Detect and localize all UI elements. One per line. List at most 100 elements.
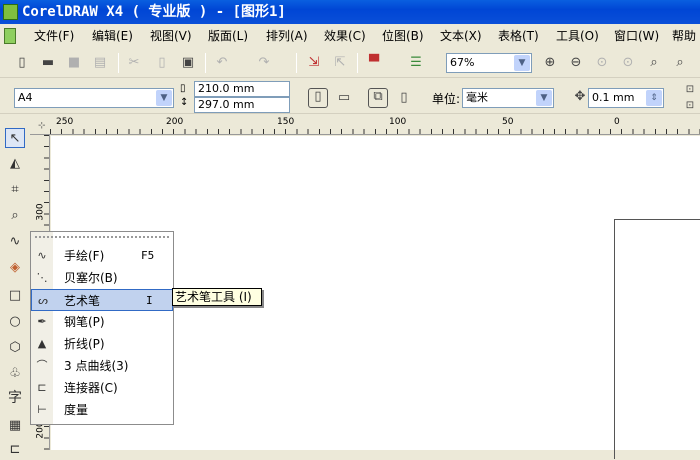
flyout-item-3point-curve[interactable]: ⌒ 3 点曲线(3): [31, 355, 173, 377]
open-icon[interactable]: ▬: [40, 55, 56, 71]
zoom-out-icon[interactable]: ⊖: [568, 55, 584, 71]
redo-icon[interactable]: ↷: [256, 55, 272, 71]
zoom-value: 67%: [450, 56, 475, 69]
flyout-item-connector[interactable]: ⊏ 连接器(C): [31, 377, 173, 399]
page-height-icon: ↕: [180, 97, 189, 108]
page-border: [614, 219, 700, 459]
menu-tools[interactable]: 工具(O): [556, 24, 599, 48]
duplicate-y-icon[interactable]: ⊡: [682, 98, 698, 114]
page-height-field[interactable]: 297.0 mm: [194, 97, 290, 113]
paste-icon[interactable]: ▣: [180, 55, 196, 71]
unit-label: 单位:: [432, 92, 461, 106]
tooltip: 艺术笔工具 (I): [172, 288, 262, 306]
rectangle-tool-icon[interactable]: □: [5, 286, 25, 306]
import-icon[interactable]: ⇲: [306, 55, 322, 71]
ellipse-tool-icon[interactable]: ○: [5, 312, 25, 332]
cut-icon[interactable]: ✂: [126, 55, 142, 71]
basic-shapes-icon[interactable]: ♧: [5, 364, 25, 384]
window-title: CorelDRAW X4 ( 专业版 ) - [图形1]: [22, 4, 286, 20]
units-select[interactable]: 毫米 ▼: [462, 88, 554, 108]
coreldraw-logo-icon: [3, 4, 18, 20]
nudge-value: 0.1 mm: [592, 91, 635, 104]
text-tool-icon[interactable]: 字: [5, 388, 25, 408]
document-icon[interactable]: [4, 28, 16, 44]
paper-size-select[interactable]: A4 ▼: [14, 88, 174, 108]
shape-tool-icon[interactable]: ◭: [5, 154, 25, 174]
connector-icon: ⊏: [37, 381, 47, 394]
duplicate-x-icon[interactable]: ⊡: [682, 82, 698, 98]
smart-fill-icon[interactable]: ◈: [5, 258, 25, 278]
undo-icon[interactable]: ↶: [214, 55, 230, 71]
menu-text[interactable]: 文本(X): [440, 24, 482, 48]
flyout-item-dimension[interactable]: ⊢ 度量: [31, 399, 173, 421]
flyout-item-artistic-media[interactable]: ᔕ 艺术笔 I: [31, 289, 173, 311]
export-icon[interactable]: ⇱: [332, 55, 348, 71]
nudge-distance-field[interactable]: 0.1 mm ⇕: [588, 88, 664, 108]
nudge-icon: ✥: [574, 89, 586, 104]
chevron-down-icon[interactable]: ▼: [514, 55, 530, 71]
current-page-icon[interactable]: ▯: [396, 90, 412, 106]
zoom-tool-icon[interactable]: ⌕: [5, 206, 25, 226]
menu-view[interactable]: 视图(V): [150, 24, 192, 48]
menu-layout[interactable]: 版面(L): [208, 24, 248, 48]
ruler-tick-label: 100: [389, 117, 407, 127]
crop-tool-icon[interactable]: ⌗: [5, 180, 25, 200]
toolbox: ↖ ◭ ⌗ ⌕ ∿ ◈ □ ○ ⬡ ♧ 字 ▦ ⊏: [0, 116, 30, 457]
dimension-icon: ⊢: [37, 403, 47, 416]
chevron-down-icon[interactable]: ▼: [536, 90, 552, 106]
zoom-selected-icon[interactable]: ⊙: [594, 55, 610, 71]
zoom-in-icon[interactable]: ⊕: [542, 55, 558, 71]
ruler-tick-label: 250: [56, 117, 74, 127]
horizontal-ruler[interactable]: ⊹ 250 200 150 100 50 0: [30, 116, 700, 135]
menu-file[interactable]: 文件(F): [34, 24, 74, 48]
all-pages-icon[interactable]: ⧉: [368, 88, 388, 108]
property-bar: A4 ▼ ▯ ↕ 210.0 mm 297.0 mm ▯ ▭ ⧉ ▯ 单位: 毫米…: [0, 80, 700, 114]
freehand-icon: ∿: [37, 249, 47, 262]
paper-size-value: A4: [18, 91, 33, 104]
copy-icon[interactable]: ▯: [154, 55, 170, 71]
table-tool-icon[interactable]: ▦: [5, 416, 25, 436]
ruler-origin-icon[interactable]: ⊹: [38, 121, 46, 131]
zoom-page-icon[interactable]: ⌕: [646, 55, 662, 71]
print-icon[interactable]: ▤: [92, 55, 108, 71]
curve-tool-icon[interactable]: ∿: [5, 232, 25, 252]
menu-arrange[interactable]: 排列(A): [266, 24, 308, 48]
menu-window[interactable]: 窗口(W): [614, 24, 659, 48]
artistic-media-icon: ᔕ: [38, 294, 48, 307]
menu-bar: 文件(F) 编辑(E) 视图(V) 版面(L) 排列(A) 效果(C) 位图(B…: [0, 24, 700, 48]
menu-edit[interactable]: 编辑(E): [92, 24, 133, 48]
page-width-icon: ▯: [180, 83, 186, 94]
ruler-tick-label: 150: [277, 117, 295, 127]
flyout-item-bezier[interactable]: ⋱ 贝塞尔(B): [31, 267, 173, 289]
spinner-icon[interactable]: ⇕: [646, 90, 662, 106]
page-width-field[interactable]: 210.0 mm: [194, 81, 290, 97]
pick-tool-icon[interactable]: ↖: [5, 128, 25, 148]
polygon-tool-icon[interactable]: ⬡: [5, 338, 25, 358]
flyout-item-polyline[interactable]: ▲ 折线(P): [31, 333, 173, 355]
menu-bitmaps[interactable]: 位图(B): [382, 24, 424, 48]
portrait-icon[interactable]: ▯: [308, 88, 328, 108]
standard-toolbar: ▯ ▬ ■ ▤ ✂ ▯ ▣ ↶ ↷ ⇲ ⇱ ▀ ☰ 67% ▼ ⊕ ⊖ ⊙ ⊙ ⌕…: [0, 48, 700, 78]
ruler-tick-label: 50: [502, 117, 514, 127]
ruler-tick-label: 0: [614, 117, 620, 127]
application-launcher-icon[interactable]: ▀: [366, 55, 382, 71]
ruler-tick-label: 200: [166, 117, 184, 127]
units-value: 毫米: [466, 91, 488, 104]
menu-table[interactable]: 表格(T): [498, 24, 539, 48]
menu-effects[interactable]: 效果(C): [324, 24, 366, 48]
flyout-item-freehand[interactable]: ∿ 手绘(F) F5: [31, 245, 173, 267]
save-icon[interactable]: ■: [66, 55, 82, 71]
zoom-all-icon[interactable]: ⊙: [620, 55, 636, 71]
connector-tool-icon[interactable]: ⊏: [5, 440, 25, 460]
pen-icon: ✒: [37, 315, 47, 328]
new-icon[interactable]: ▯: [14, 55, 30, 71]
chevron-down-icon[interactable]: ▼: [156, 90, 172, 106]
polyline-icon: ▲: [37, 337, 47, 350]
bezier-icon: ⋱: [36, 271, 48, 284]
menu-help[interactable]: 帮助: [672, 24, 696, 48]
flyout-item-pen[interactable]: ✒ 钢笔(P): [31, 311, 173, 333]
zoom-width-icon[interactable]: ⌕: [672, 55, 688, 71]
landscape-icon[interactable]: ▭: [336, 90, 352, 106]
welcome-screen-icon[interactable]: ☰: [408, 55, 424, 71]
zoom-level-select[interactable]: 67% ▼: [446, 53, 532, 73]
